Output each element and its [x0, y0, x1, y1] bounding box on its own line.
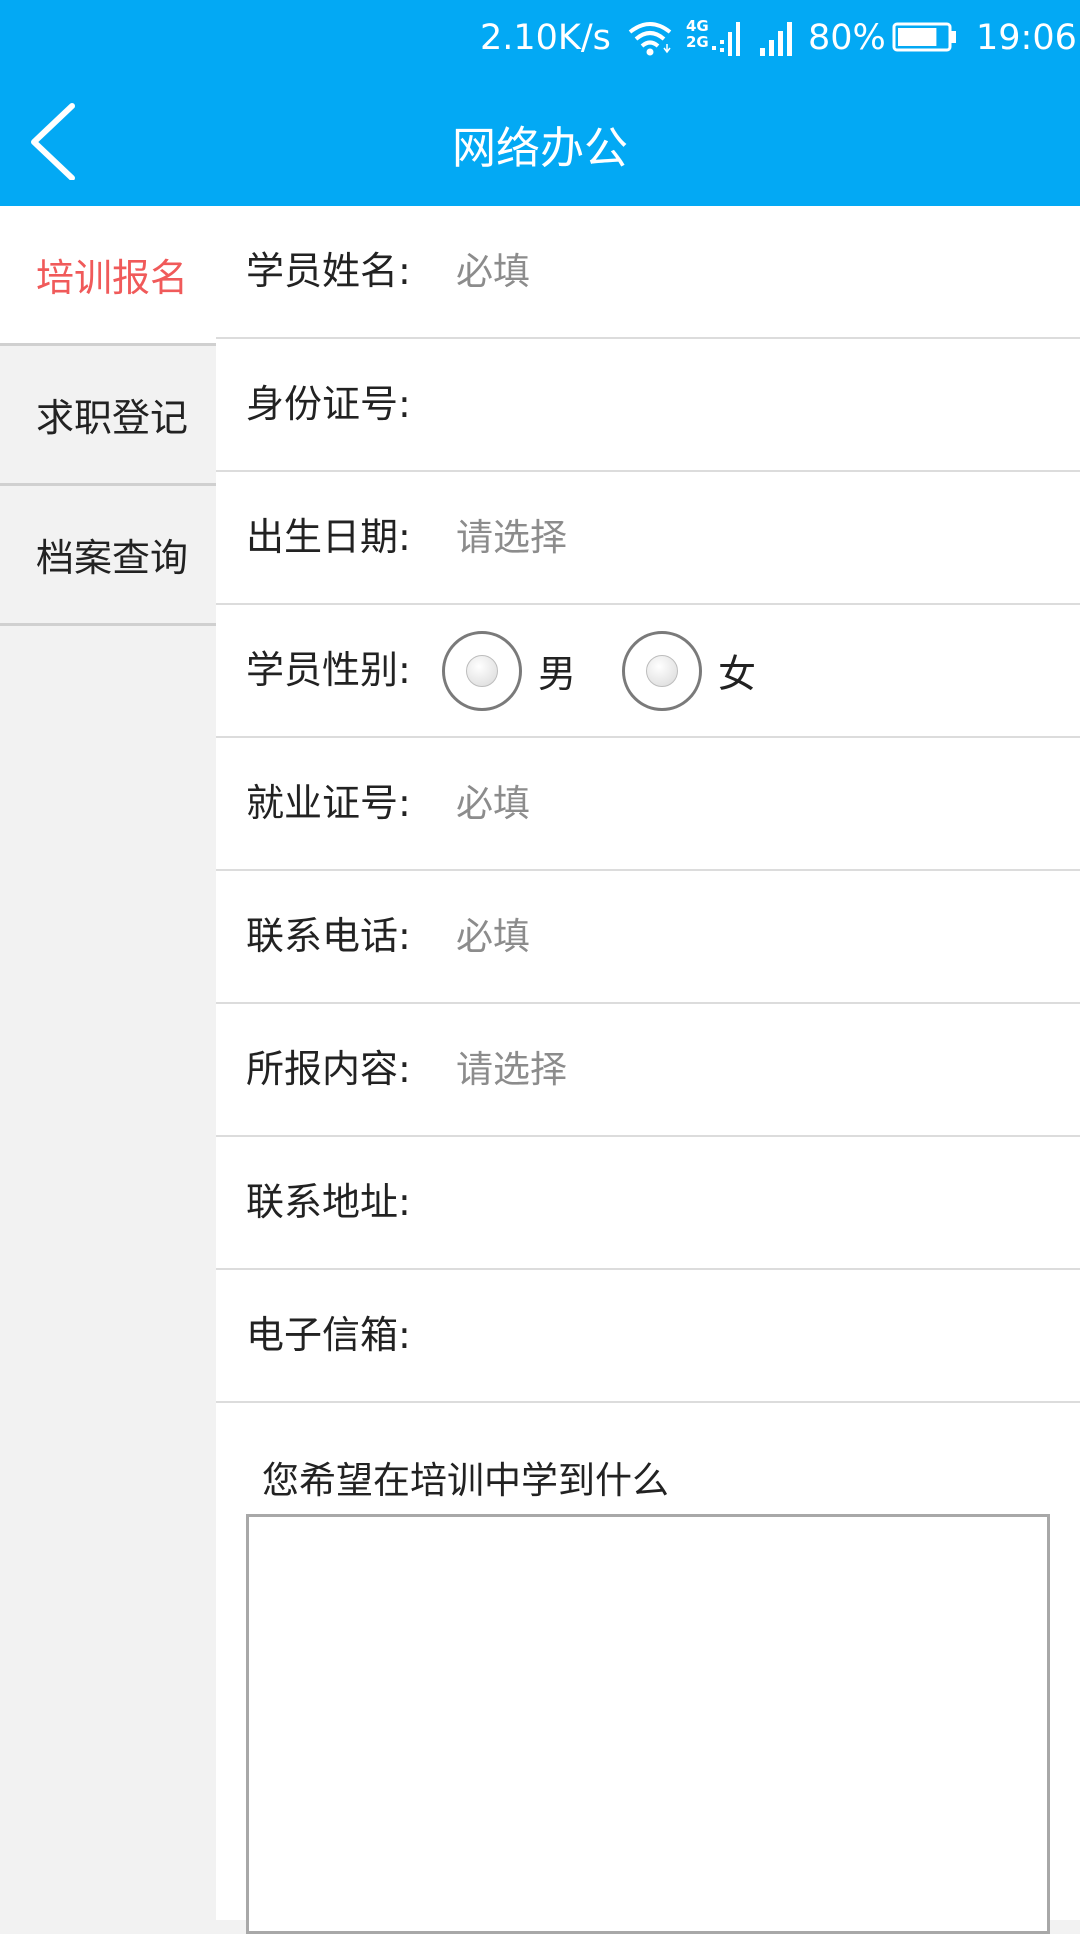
form-row-gender: 学员性别: 男 女 — [216, 605, 1080, 738]
sidebar-item-record-query[interactable]: 档案查询 — [0, 486, 216, 626]
sidebar-item-job-registration[interactable]: 求职登记 — [0, 346, 216, 486]
form-row-name: 学员姓名: 必填 — [216, 206, 1080, 339]
page-title: 网络办公 — [452, 123, 628, 174]
battery-icon — [892, 22, 956, 52]
network-type-label: 4G 2G — [686, 17, 709, 51]
sidebar: 培训报名 求职登记 档案查询 — [0, 206, 216, 1920]
id-number-input[interactable] — [456, 359, 1056, 451]
address-label: 联系地址: — [246, 1180, 411, 1224]
phone-label: 联系电话: — [246, 914, 411, 958]
gender-radio-female[interactable]: 女 — [622, 605, 756, 736]
address-input[interactable] — [456, 1157, 1056, 1249]
birth-date-select[interactable]: 请选择 — [456, 492, 1056, 584]
name-input[interactable]: 必填 — [456, 226, 1056, 318]
employment-no-label: 就业证号: — [246, 781, 411, 825]
battery-percent: 80% — [808, 18, 886, 58]
status-bar: 2.10K/s 4G 2G 80% 19:06 — [0, 0, 1080, 78]
employment-no-input[interactable]: 必填 — [456, 758, 1056, 850]
sidebar-item-training-signup[interactable]: 培训报名 — [0, 206, 216, 346]
content-select[interactable]: 请选择 — [456, 1024, 1056, 1116]
email-input[interactable] — [456, 1290, 1056, 1382]
form-row-phone: 联系电话: 必填 — [216, 871, 1080, 1004]
expectation-textarea[interactable] — [246, 1514, 1050, 1934]
form-row-email: 电子信箱: — [216, 1270, 1080, 1403]
expectation-prompt: 您希望在培训中学到什么 — [262, 1459, 669, 1502]
gender-option-label: 男 — [538, 652, 577, 696]
wifi-icon — [628, 22, 672, 56]
form-row-birth-date: 出生日期: 请选择 — [216, 472, 1080, 605]
signup-form: 学员姓名: 必填 身份证号: 出生日期: 请选择 学员性别: 男 女 就业证号:… — [216, 206, 1080, 1934]
form-row-id: 身份证号: — [216, 339, 1080, 472]
cell-signal-icon — [760, 22, 792, 56]
radio-button-icon[interactable] — [442, 630, 522, 711]
id-number-label: 身份证号: — [246, 382, 411, 426]
radio-button-icon[interactable] — [622, 630, 702, 711]
form-row-address: 联系地址: — [216, 1137, 1080, 1270]
cell-signal-icon — [712, 22, 740, 56]
gender-label: 学员性别: — [246, 648, 411, 692]
email-label: 电子信箱: — [246, 1313, 411, 1357]
form-row-content: 所报内容: 请选择 — [216, 1004, 1080, 1137]
phone-input[interactable]: 必填 — [456, 891, 1056, 983]
gender-option-label: 女 — [718, 652, 757, 696]
net-speed: 2.10K/s — [480, 18, 611, 58]
form-row-employment: 就业证号: 必填 — [216, 738, 1080, 871]
name-label: 学员姓名: — [246, 249, 411, 293]
app-header: 2.10K/s 4G 2G 80% 19:06 网络办公 — [0, 0, 1080, 206]
clock: 19:06 — [976, 18, 1077, 58]
content-label: 所报内容: — [246, 1047, 411, 1091]
birth-date-label: 出生日期: — [246, 515, 411, 559]
gender-radio-male[interactable]: 男 — [442, 605, 576, 736]
